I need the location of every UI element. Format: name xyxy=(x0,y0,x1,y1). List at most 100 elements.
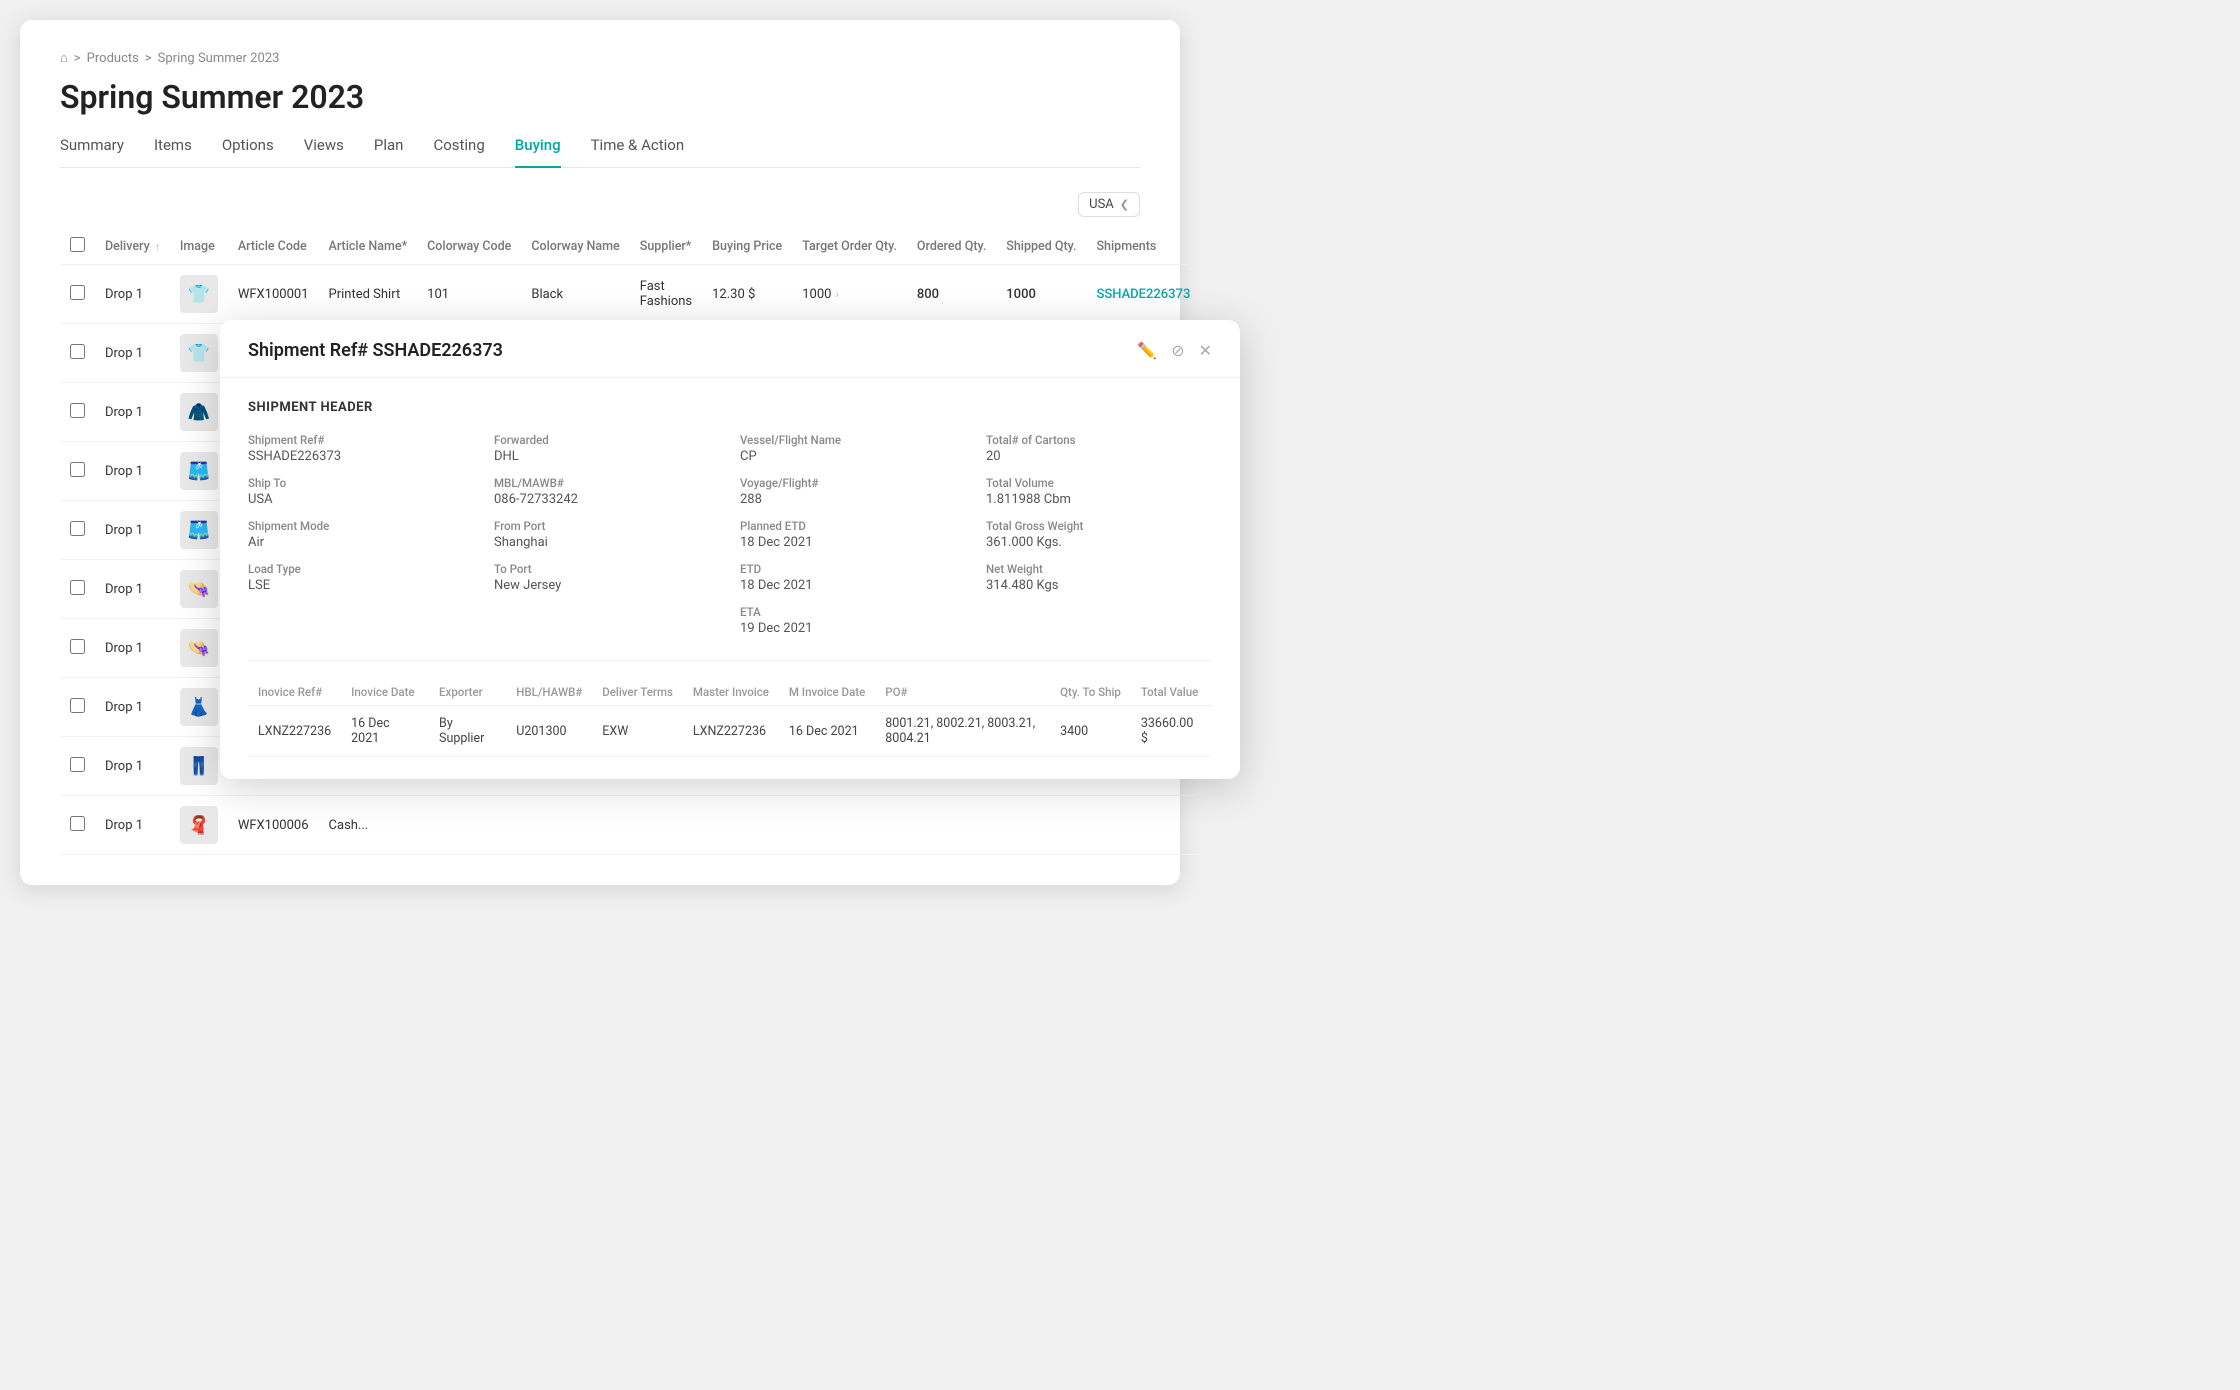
col-article-name[interactable]: Article Name* xyxy=(319,229,418,265)
label-net-weight: Net Weight xyxy=(986,562,1212,576)
modal-header: Shipment Ref# SSHADE226373 ✏️ ⊘ ✕ xyxy=(220,320,1240,378)
col-invoice-date: Inovice Date xyxy=(341,679,429,706)
delivery-cell: Drop 1 xyxy=(95,324,170,383)
table-row: Drop 1🧣WFX100006Cash... xyxy=(60,796,1200,855)
field-etd: ETD 18 Dec 2021 xyxy=(740,562,966,593)
invoice-ref-value: LXNZ227236 xyxy=(248,706,341,757)
deliver-terms-value: EXW xyxy=(592,706,683,757)
supplier-cell xyxy=(630,796,702,855)
col-shipped-qty[interactable]: Shipped Qty. xyxy=(996,229,1086,265)
label-planned-etd: Planned ETD xyxy=(740,519,966,533)
invoice-date-value: 16 Dec 2021 xyxy=(341,706,429,757)
value-planned-etd: 18 Dec 2021 xyxy=(740,535,966,550)
label-forwarded: Forwarded xyxy=(494,433,720,447)
tab-views[interactable]: Views xyxy=(304,136,344,168)
tab-options[interactable]: Options xyxy=(222,136,274,168)
total-value-value: 33660.00 $ xyxy=(1131,706,1212,757)
select-all-checkbox[interactable] xyxy=(70,237,85,252)
col-delivery[interactable]: Delivery ↑ xyxy=(95,229,170,265)
qty-expand-icon[interactable]: › xyxy=(835,288,838,301)
tab-buying[interactable]: Buying xyxy=(515,136,561,168)
breadcrumb: ⌂ > Products > Spring Summer 2023 xyxy=(60,50,1140,66)
row-checkbox[interactable] xyxy=(70,816,85,831)
m-invoice-date-value: 16 Dec 2021 xyxy=(779,706,875,757)
tab-costing[interactable]: Costing xyxy=(433,136,484,168)
delivery-cell: Drop 1 xyxy=(95,383,170,442)
field-load-type: Load Type LSE xyxy=(248,562,474,593)
shipments-cell[interactable]: SSHADE226373 xyxy=(1086,265,1200,324)
col-article-code[interactable]: Article Code xyxy=(228,229,319,265)
shipment-link[interactable]: SSHADE226373 xyxy=(1096,287,1190,302)
tab-time-action[interactable]: Time & Action xyxy=(591,136,685,168)
col-total-value: Total Value xyxy=(1131,679,1212,706)
edit-icon[interactable]: ✏️ xyxy=(1137,341,1157,360)
label-eta: ETA xyxy=(740,605,966,619)
breadcrumb-current: Spring Summer 2023 xyxy=(158,51,280,66)
value-load-type: LSE xyxy=(248,578,474,593)
article-code-cell: WFX100006 xyxy=(228,796,319,855)
value-ship-to: USA xyxy=(248,492,474,507)
row-checkbox[interactable] xyxy=(70,462,85,477)
value-forwarded: DHL xyxy=(494,449,720,464)
region-selector: USA ❮ xyxy=(60,192,1140,217)
row-checkbox[interactable] xyxy=(70,403,85,418)
field-total-cartons: Total# of Cartons 20 xyxy=(986,433,1212,464)
value-total-volume: 1.811988 Cbm xyxy=(986,492,1212,507)
field-group-col2: Forwarded DHL MBL/MAWB# 086-72733242 Fro… xyxy=(494,433,720,636)
close-icon[interactable]: ✕ xyxy=(1199,341,1212,360)
page-title: Spring Summer 2023 xyxy=(60,78,1140,116)
image-cell: 🧣 xyxy=(170,796,228,855)
shipment-modal: Shipment Ref# SSHADE226373 ✏️ ⊘ ✕ SHIPME… xyxy=(220,320,1240,779)
colorway-code-cell: 101 xyxy=(417,265,521,324)
label-load-type: Load Type xyxy=(248,562,474,576)
row-checkbox[interactable] xyxy=(70,757,85,772)
block-icon[interactable]: ⊘ xyxy=(1171,341,1184,360)
label-voyage: Voyage/Flight# xyxy=(740,476,966,490)
tab-items[interactable]: Items xyxy=(154,136,192,168)
shipped-qty-cell xyxy=(996,796,1086,855)
col-target-order-qty[interactable]: Target Order Qty. xyxy=(792,229,907,265)
col-exporter: Exporter xyxy=(429,679,506,706)
master-invoice-value: LXNZ227236 xyxy=(683,706,779,757)
region-badge[interactable]: USA ❮ xyxy=(1078,192,1140,217)
value-etd: 18 Dec 2021 xyxy=(740,578,966,593)
label-shipment-mode: Shipment Mode xyxy=(248,519,474,533)
tab-plan[interactable]: Plan xyxy=(374,136,404,168)
col-checkbox xyxy=(60,229,95,265)
col-ordered-qty[interactable]: Ordered Qty. xyxy=(907,229,996,265)
delivery-cell: Drop 1 xyxy=(95,501,170,560)
value-shipment-mode: Air xyxy=(248,535,474,550)
col-colorway-code[interactable]: Colorway Code xyxy=(417,229,521,265)
row-checkbox[interactable] xyxy=(70,639,85,654)
row-checkbox[interactable] xyxy=(70,344,85,359)
row-checkbox[interactable] xyxy=(70,580,85,595)
value-net-weight: 314.480 Kgs xyxy=(986,578,1212,593)
invoice-table: Inovice Ref# Inovice Date Exporter HBL/H… xyxy=(248,679,1212,757)
home-icon[interactable]: ⌂ xyxy=(60,50,68,66)
field-voyage: Voyage/Flight# 288 xyxy=(740,476,966,507)
breadcrumb-products[interactable]: Products xyxy=(87,51,139,66)
col-po: PO# xyxy=(875,679,1050,706)
tab-bar: Summary Items Options Views Plan Costing… xyxy=(60,136,1140,168)
delivery-cell: Drop 1 xyxy=(95,560,170,619)
target-order-qty-cell: 1000› xyxy=(792,265,907,324)
separator1: > xyxy=(74,51,81,66)
field-shipment-ref: Shipment Ref# SSHADE226373 xyxy=(248,433,474,464)
row-checkbox[interactable] xyxy=(70,698,85,713)
col-supplier[interactable]: Supplier* xyxy=(630,229,702,265)
row-checkbox[interactable] xyxy=(70,521,85,536)
value-vessel: CP xyxy=(740,449,966,464)
col-shipments[interactable]: Shipments xyxy=(1086,229,1200,265)
col-buying-price[interactable]: Buying Price xyxy=(702,229,792,265)
shipment-fields: Shipment Ref# SSHADE226373 Ship To USA S… xyxy=(248,433,1212,636)
label-total-cartons: Total# of Cartons xyxy=(986,433,1212,447)
field-ship-to: Ship To USA xyxy=(248,476,474,507)
value-mbl: 086-72733242 xyxy=(494,492,720,507)
shipments-cell xyxy=(1086,796,1200,855)
ordered-qty-cell: 800 xyxy=(907,265,996,324)
tab-summary[interactable]: Summary xyxy=(60,136,124,168)
row-checkbox[interactable] xyxy=(70,285,85,300)
shipped-qty-cell: 1000 xyxy=(996,265,1086,324)
col-colorway-name[interactable]: Colorway Name xyxy=(521,229,629,265)
region-chevron-icon: ❮ xyxy=(1120,198,1129,211)
